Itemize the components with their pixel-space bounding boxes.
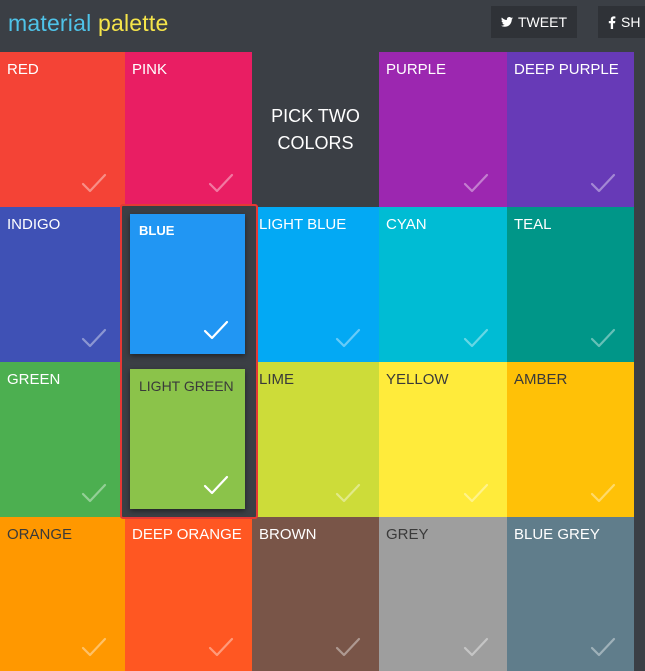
color-tile-label: LIME (259, 371, 295, 388)
color-tile-yellow[interactable]: YELLOW (379, 362, 507, 517)
color-tile-amber[interactable]: AMBER (507, 362, 634, 517)
color-tile-deep-orange[interactable]: DEEP ORANGE (125, 517, 252, 671)
color-grid: PICK TWO COLORS RED PINK PURPLE DEEP PURPLE… (0, 52, 645, 671)
color-tile-lime[interactable]: LIME (252, 362, 379, 517)
color-tile-label: INDIGO (7, 216, 61, 233)
logo-word-material: material (8, 10, 92, 36)
top-bar: material palette TWEET SH (0, 0, 645, 52)
tweet-label: TWEET (518, 14, 567, 30)
checkmark-icon (208, 173, 234, 193)
color-tile-label: BLUE GREY (514, 526, 600, 543)
checkmark-icon (590, 637, 616, 657)
pick-prompt-line1: PICK TWO (271, 105, 360, 126)
checkmark-icon (81, 328, 107, 348)
checkmark-icon (463, 328, 489, 348)
color-tile-indigo[interactable]: INDIGO (0, 207, 125, 362)
checkmark-icon (81, 637, 107, 657)
color-tile-label: DEEP ORANGE (132, 526, 242, 543)
checkmark-icon (463, 173, 489, 193)
color-tile-deep-purple[interactable]: DEEP PURPLE (507, 52, 634, 207)
color-tile-label: PINK (132, 61, 168, 78)
color-tile-label: TEAL (514, 216, 552, 233)
color-tile-green[interactable]: GREEN (0, 362, 125, 517)
color-tile-label: DEEP PURPLE (514, 61, 619, 78)
color-tile-label: BROWN (259, 526, 317, 543)
checkmark-icon (590, 483, 616, 503)
checkmark-icon (463, 637, 489, 657)
selected-color-light-green[interactable]: LIGHT GREEN (130, 369, 245, 509)
color-tile-label: GREEN (7, 371, 61, 388)
selected-color-label: LIGHT GREEN (139, 378, 234, 394)
share-button[interactable]: SH (598, 6, 645, 38)
color-tile-label: YELLOW (386, 371, 449, 388)
color-tile-light-blue[interactable]: LIGHT BLUE (252, 207, 379, 362)
checkmark-icon (81, 483, 107, 503)
color-tile-grey[interactable]: GREY (379, 517, 507, 671)
color-tile-pink[interactable]: PINK (125, 52, 252, 207)
checkmark-icon (335, 328, 361, 348)
color-tile-red[interactable]: RED (0, 52, 125, 207)
color-tile-orange[interactable]: ORANGE (0, 517, 125, 671)
color-tile-label: ORANGE (7, 526, 73, 543)
color-tile-label: RED (7, 61, 39, 78)
color-tile-label: GREY (386, 526, 429, 543)
color-tile-label: LIGHT BLUE (259, 216, 347, 233)
share-label: SH (621, 14, 641, 30)
tweet-button[interactable]: TWEET (491, 6, 577, 38)
app-logo[interactable]: material palette (8, 10, 168, 37)
facebook-icon (608, 15, 616, 29)
selected-color-blue[interactable]: BLUE (130, 214, 245, 354)
selected-color-label: BLUE (139, 223, 175, 238)
checkmark-icon (590, 328, 616, 348)
checkmark-icon (335, 483, 361, 503)
color-tile-teal[interactable]: TEAL (507, 207, 634, 362)
color-tile-blue-grey[interactable]: BLUE GREY (507, 517, 634, 671)
checkmark-icon (463, 483, 489, 503)
checkmark-icon (590, 173, 616, 193)
checkmark-icon (203, 475, 229, 495)
pick-two-colors-prompt: PICK TWO COLORS (252, 52, 379, 207)
checkmark-icon (335, 637, 361, 657)
logo-word-palette: palette (98, 10, 169, 36)
pick-prompt-line2: COLORS (277, 132, 354, 153)
color-tile-purple[interactable]: PURPLE (379, 52, 507, 207)
color-tile-cyan[interactable]: CYAN (379, 207, 507, 362)
color-tile-brown[interactable]: BROWN (252, 517, 379, 671)
checkmark-icon (203, 320, 229, 340)
color-tile-label: AMBER (514, 371, 568, 388)
checkmark-icon (81, 173, 107, 193)
checkmark-icon (208, 637, 234, 657)
color-tile-label: PURPLE (386, 61, 447, 78)
twitter-icon (501, 17, 513, 27)
color-tile-label: CYAN (386, 216, 427, 233)
